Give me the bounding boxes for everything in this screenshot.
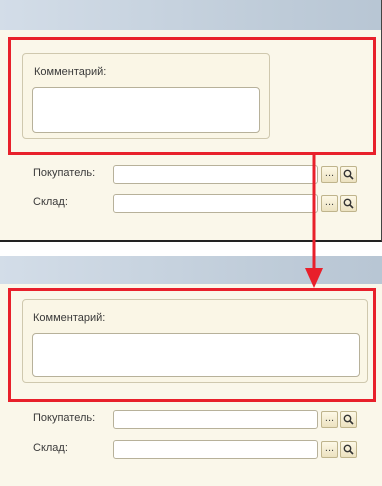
buyer-label: Покупатель: (33, 412, 96, 424)
warehouse-field[interactable] (113, 440, 318, 459)
warehouse-search-button[interactable] (340, 195, 357, 212)
warehouse-select-button[interactable]: ... (321, 441, 338, 458)
search-icon (343, 198, 354, 209)
buyer-search-button[interactable] (340, 411, 357, 428)
arrow-down-icon (305, 152, 323, 288)
buyer-search-button[interactable] (340, 166, 357, 183)
buyer-label: Покупатель: (33, 167, 96, 179)
highlight-box-after (8, 288, 376, 402)
buyer-field[interactable] (113, 410, 318, 429)
buyer-field[interactable] (113, 165, 318, 184)
warehouse-label: Склад: (33, 442, 68, 454)
search-icon (343, 444, 354, 455)
window-title-bar (0, 0, 381, 30)
buyer-select-button[interactable]: ... (321, 411, 338, 428)
search-icon (343, 414, 354, 425)
highlight-box-before (8, 37, 376, 155)
warehouse-search-button[interactable] (340, 441, 357, 458)
warehouse-label: Склад: (33, 196, 68, 208)
warehouse-field[interactable] (113, 194, 318, 213)
search-icon (343, 169, 354, 180)
